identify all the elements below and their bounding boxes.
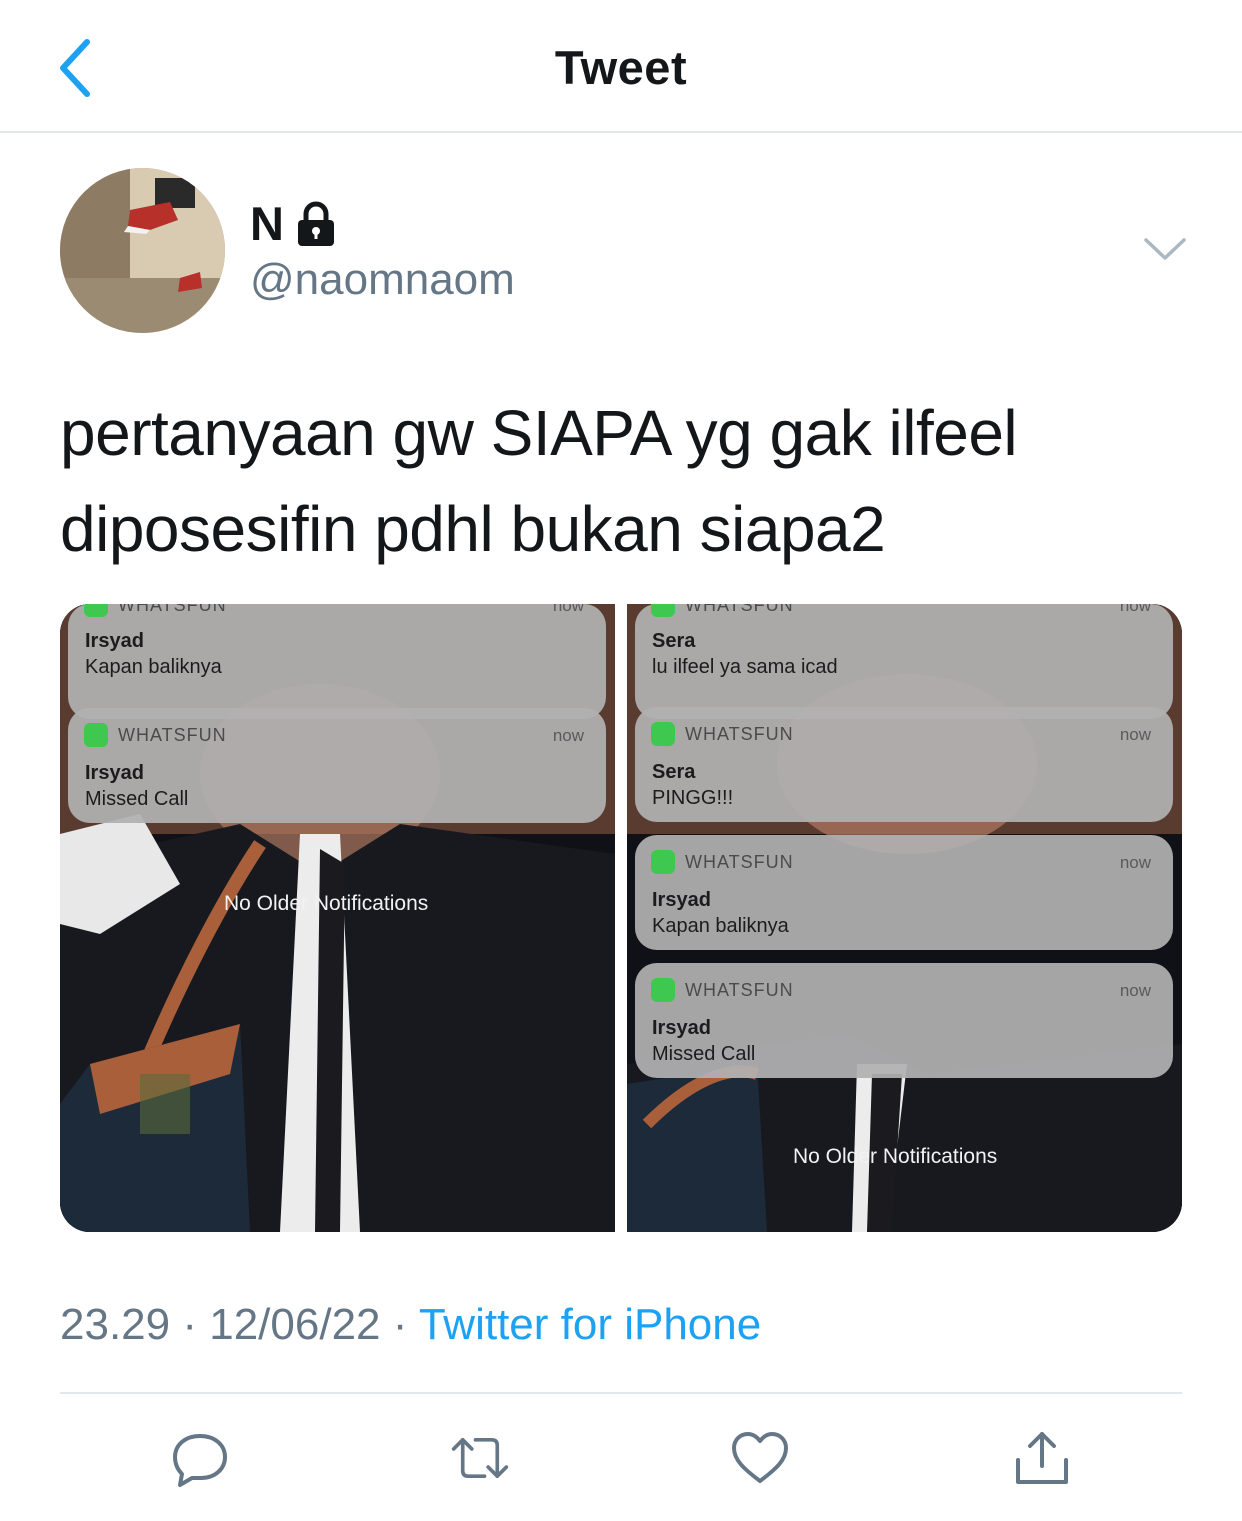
divider	[60, 1392, 1182, 1394]
notification-card[interactable]: WHATSFUN now Irsyad Missed Call	[635, 963, 1173, 1078]
notification-message: PINGG!!!	[652, 787, 734, 809]
tweet-detail-screen: Tweet N @naomnaom pertanyaan gw SIAPA yg…	[0, 0, 1242, 1521]
notification-sender: Sera	[652, 630, 696, 652]
tweet-actions-bar	[0, 1400, 1242, 1521]
notification-app-name: WHATSFUN	[685, 604, 794, 615]
notification-card[interactable]: WHATSFUN now Irsyad Missed Call	[68, 708, 606, 823]
notification-message: Missed Call	[85, 788, 189, 810]
reply-button[interactable]	[170, 1428, 230, 1488]
reply-icon	[173, 1434, 227, 1487]
avatar-image	[60, 168, 225, 333]
notification-sender: Irsyad	[85, 630, 144, 652]
notification-time: now	[552, 726, 584, 745]
share-button[interactable]	[1012, 1428, 1072, 1488]
media-image-left[interactable]: WHATSFUN now Irsyad Kapan baliknya WHATS…	[60, 604, 615, 1232]
no-older-notifications-label: No Older Notifications	[793, 1145, 998, 1168]
notification-message: Kapan baliknya	[652, 915, 789, 937]
author-display-name: N	[250, 197, 284, 250]
nav-header: Tweet	[0, 0, 1242, 133]
author-name[interactable]: N	[250, 196, 338, 251]
avatar[interactable]	[60, 168, 225, 333]
notification-time: now	[1119, 725, 1151, 744]
whatsfun-app-icon	[84, 604, 108, 617]
notification-sender: Irsyad	[652, 1017, 711, 1039]
notification-app-name: WHATSFUN	[118, 604, 227, 615]
tweet-source-link[interactable]: Twitter for iPhone	[419, 1300, 761, 1349]
like-button[interactable]	[730, 1428, 790, 1488]
notification-time: now	[1119, 853, 1151, 872]
more-options-button[interactable]	[1140, 230, 1190, 270]
notification-app-name: WHATSFUN	[685, 723, 794, 744]
retweet-icon	[451, 1438, 509, 1478]
media-image-right[interactable]: WHATSFUN now Sera lu ilfeel ya sama icad…	[627, 604, 1182, 1232]
notification-app-name: WHATSFUN	[685, 851, 794, 872]
whatsfun-app-icon	[651, 978, 675, 1002]
tweet-date: 12/06/22	[209, 1300, 381, 1349]
notification-message: Kapan baliknya	[85, 656, 222, 678]
notification-card[interactable]: WHATSFUN now Sera lu ilfeel ya sama icad	[635, 604, 1173, 719]
notification-app-name: WHATSFUN	[685, 979, 794, 1000]
tweet-media: WHATSFUN now Irsyad Kapan baliknya WHATS…	[60, 604, 1182, 1232]
chevron-down-icon	[1144, 238, 1186, 260]
whatsfun-app-icon	[651, 604, 675, 617]
notification-card[interactable]: WHATSFUN now Sera PINGG!!!	[635, 707, 1173, 822]
notification-message: Missed Call	[652, 1043, 756, 1065]
notification-time: now	[1119, 604, 1151, 615]
share-icon	[1016, 1432, 1068, 1484]
tweet-text: pertanyaan gw SIAPA yg gak ilfeel dipose…	[60, 397, 1018, 565]
author-handle[interactable]: @naomnaom	[250, 255, 515, 305]
notification-time: now	[552, 604, 584, 615]
tweet-time: 23.29	[60, 1300, 171, 1349]
notification-message: lu ilfeel ya sama icad	[652, 656, 838, 678]
no-older-notifications-label: No Older Notifications	[224, 892, 429, 915]
notification-sender: Irsyad	[85, 762, 144, 784]
lock-icon	[297, 201, 334, 246]
notification-card[interactable]: WHATSFUN now Irsyad Kapan baliknya	[635, 835, 1173, 950]
notification-sender: Sera	[652, 761, 696, 783]
retweet-button[interactable]	[450, 1428, 510, 1488]
tweet-metadata: 23.29 · 12/06/22 · Twitter for iPhone	[60, 1300, 761, 1350]
page-title: Tweet	[554, 41, 688, 94]
notification-sender: Irsyad	[652, 889, 711, 911]
notification-time: now	[1119, 981, 1151, 1000]
notification-card[interactable]: WHATSFUN now Irsyad Kapan baliknya	[68, 604, 606, 719]
heart-icon	[732, 1432, 788, 1483]
whatsfun-app-icon	[651, 850, 675, 874]
notification-app-name: WHATSFUN	[118, 724, 227, 745]
whatsfun-app-icon	[84, 723, 108, 747]
meta-separator: ·	[182, 1300, 197, 1349]
whatsfun-app-icon	[651, 722, 675, 746]
meta-separator: ·	[392, 1300, 408, 1349]
